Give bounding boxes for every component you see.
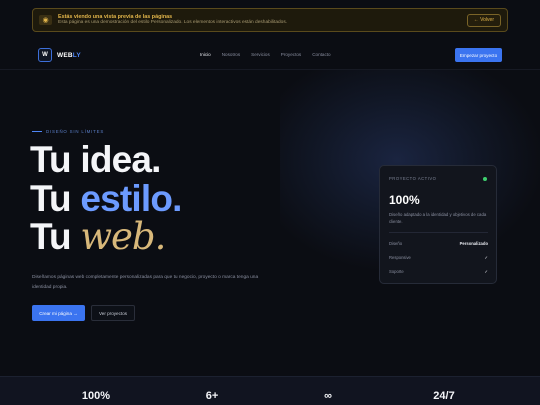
hero-headline: Tu idea. Tu estilo. Tu web. <box>30 139 182 258</box>
card-row-key: Responsive <box>389 255 411 260</box>
card-row-key: Diseño <box>389 241 403 246</box>
create-page-button[interactable]: Crear mi página → <box>32 305 85 321</box>
card-row-diseno: Diseño Personalizado <box>389 241 488 246</box>
nav-item-contacto[interactable]: Contacto <box>312 52 330 57</box>
active-project-card: PROYECTO ACTIVO 100% Diseño adaptado a l… <box>379 165 497 284</box>
logo-mark: W <box>38 48 52 62</box>
nav-item-inicio[interactable]: Inicio <box>200 52 211 57</box>
eyebrow-line <box>32 131 42 132</box>
card-row-key: Soporte <box>389 269 404 274</box>
preview-banner: ◉ Estás viendo una vista previa de las p… <box>32 8 508 32</box>
card-label: PROYECTO ACTIVO <box>389 176 437 181</box>
card-value: 100% <box>389 193 420 207</box>
nav-item-nosotros[interactable]: Nosotros <box>222 52 240 57</box>
card-description: Diseño adaptado a la identidad y objetiv… <box>389 212 487 224</box>
nav-item-servicios[interactable]: Servicios <box>251 52 270 57</box>
stat-value: ∞ <box>324 390 332 402</box>
check-icon: ✓ <box>484 255 488 260</box>
card-divider <box>389 232 488 233</box>
headline-line-1: Tu idea. <box>30 139 161 180</box>
hero-eyebrow: DISEÑO SIN LÍMITES <box>32 129 104 134</box>
logo[interactable]: W WEBLY <box>38 48 81 62</box>
top-navigation: W WEBLY Inicio Nosotros Servicios Proyec… <box>0 42 540 70</box>
headline-line-3-accent: web. <box>80 215 166 258</box>
eye-icon: ◉ <box>39 15 52 25</box>
start-project-button[interactable]: Empezar proyecto <box>455 48 502 62</box>
hero-description: Diseñamos páginas web completamente pers… <box>32 275 259 290</box>
banner-text: Estás viendo una vista previa de las pág… <box>58 14 467 26</box>
status-dot-icon <box>483 177 487 181</box>
banner-subtitle: Esta página es una demostración del esti… <box>58 20 288 26</box>
card-row-soporte: Soporte ✓ <box>389 269 488 274</box>
logo-text: WEBLY <box>57 52 81 59</box>
stats-bar: 100% 6+ ∞ 24/7 <box>0 376 540 405</box>
back-button[interactable]: ← Volver <box>466 13 501 27</box>
stat-value: 100% <box>81 390 111 402</box>
stat-value: 24/7 <box>433 390 455 402</box>
nav-item-proyectos[interactable]: Proyectos <box>281 52 301 57</box>
logo-text-main: WEB <box>57 51 73 59</box>
headline-line-2-accent: estilo. <box>80 177 182 219</box>
card-row-responsive: Responsive ✓ <box>389 255 488 260</box>
check-icon: ✓ <box>484 269 488 274</box>
stat-value: 6+ <box>205 390 219 402</box>
eyebrow-text: DISEÑO SIN LÍMITES <box>46 129 105 134</box>
nav-menu: Inicio Nosotros Servicios Proyectos Cont… <box>200 52 331 57</box>
headline-line-3-prefix: Tu <box>30 216 81 257</box>
view-projects-button[interactable]: Ver proyectos <box>91 305 135 321</box>
card-row-value: Personalizado <box>459 241 488 246</box>
headline-line-2-prefix: Tu <box>30 177 81 219</box>
logo-text-accent: LY <box>72 51 81 59</box>
